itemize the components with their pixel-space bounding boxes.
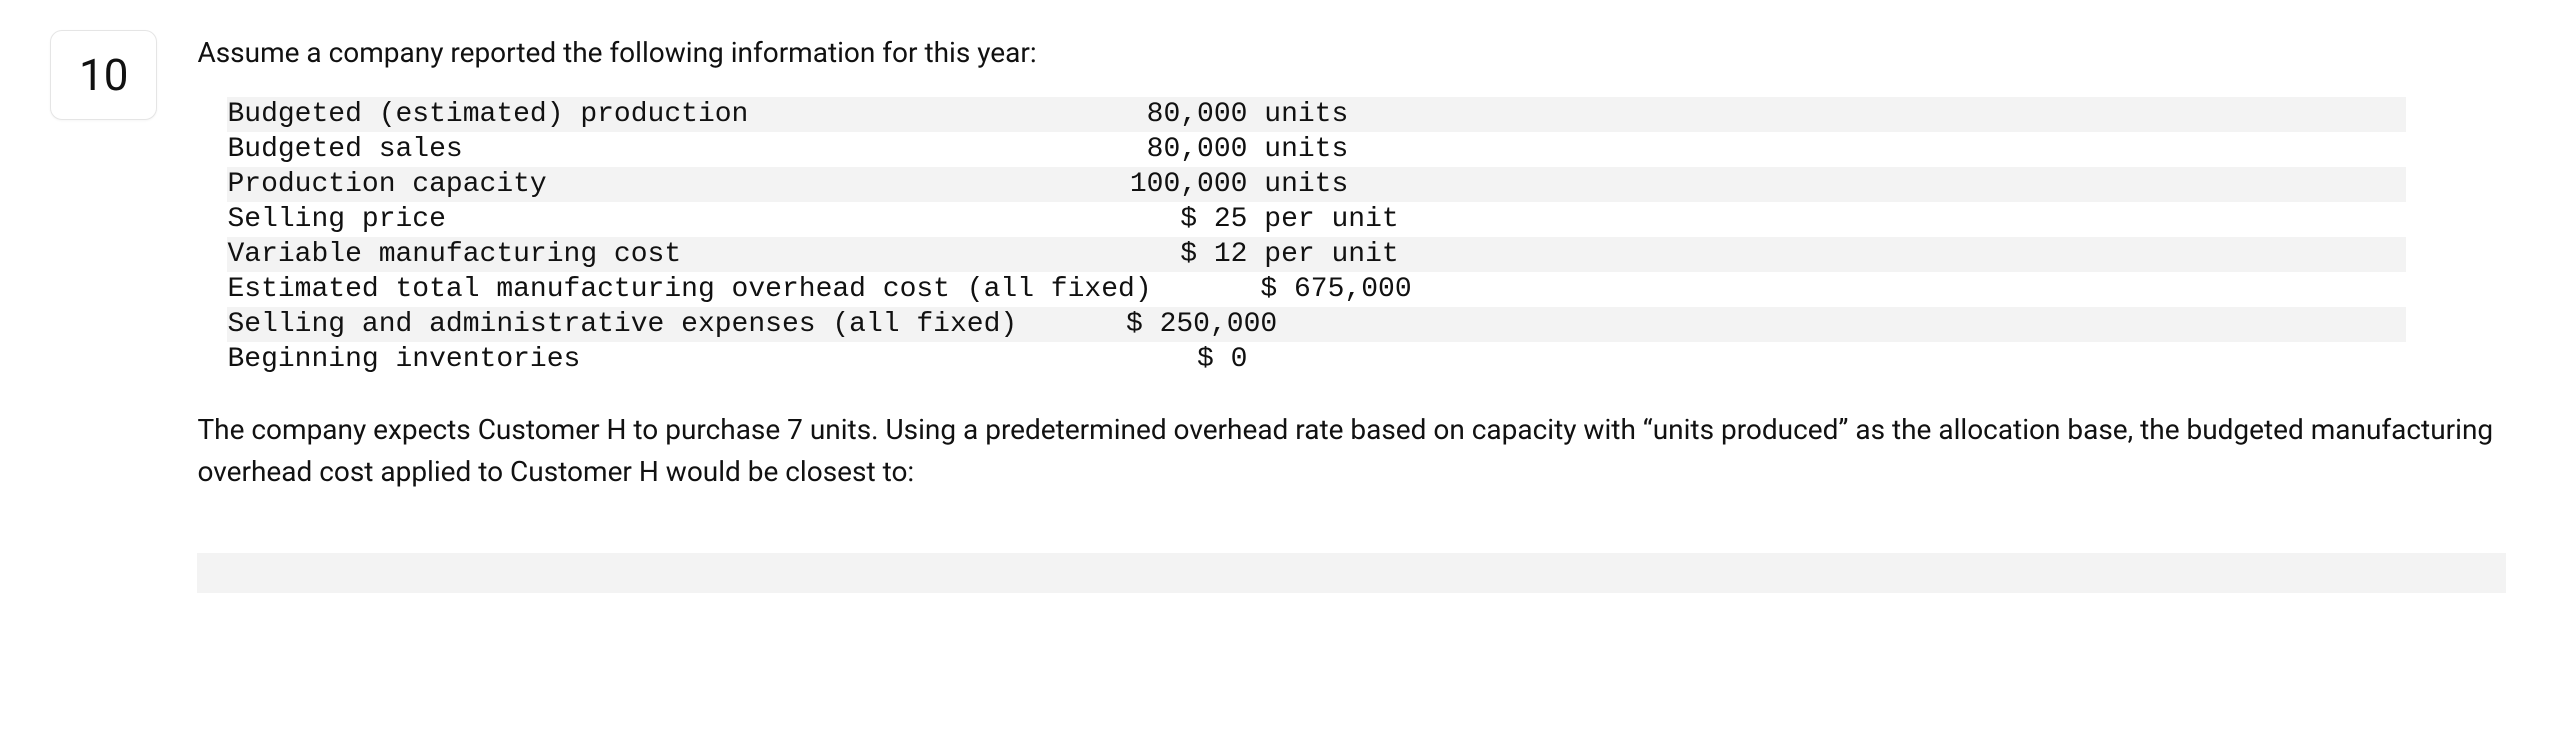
row-label: Selling and administrative expenses (all…	[227, 309, 1017, 340]
row-value: 100,000	[987, 169, 1247, 200]
row-unit: per unit	[1247, 204, 1407, 235]
row-label: Budgeted (estimated) production	[227, 99, 987, 130]
question-container: 10 Assume a company reported the followi…	[50, 30, 2506, 593]
row-value: 80,000	[987, 99, 1247, 130]
row-label: Beginning inventories	[227, 344, 987, 375]
row-label: Selling price	[227, 204, 987, 235]
data-table: Budgeted (estimated) production 80,000 u…	[227, 97, 2406, 377]
table-row: Budgeted (estimated) production 80,000 u…	[227, 97, 2406, 132]
row-value: 80,000	[987, 134, 1247, 165]
row-unit	[1277, 309, 1437, 340]
row-label: Estimated total manufacturing overhead c…	[227, 274, 1151, 305]
row-label: Production capacity	[227, 169, 987, 200]
table-row: Selling and administrative expenses (all…	[227, 307, 2406, 342]
table-row: Beginning inventories $ 0	[227, 342, 2406, 377]
row-unit: per unit	[1247, 239, 1407, 270]
row-value: $ 0	[987, 344, 1247, 375]
row-unit	[1412, 274, 1572, 305]
question-number-badge: 10	[50, 30, 157, 120]
row-label: Budgeted sales	[227, 134, 987, 165]
row-label: Variable manufacturing cost	[227, 239, 987, 270]
table-row: Selling price $ 25 per unit	[227, 202, 2406, 237]
row-unit: units	[1247, 99, 1407, 130]
row-value: $ 25	[987, 204, 1247, 235]
table-row: Production capacity 100,000 units	[227, 167, 2406, 202]
row-value: $ 675,000	[1152, 274, 1412, 305]
table-row: Variable manufacturing cost $ 12 per uni…	[227, 237, 2406, 272]
table-row: Budgeted sales 80,000 units	[227, 132, 2406, 167]
table-row: Estimated total manufacturing overhead c…	[227, 272, 2406, 307]
question-prompt: The company expects Customer H to purcha…	[197, 409, 2506, 493]
row-value: $ 12	[987, 239, 1247, 270]
row-unit: units	[1247, 134, 1407, 165]
answer-area[interactable]	[197, 553, 2506, 593]
question-content: Assume a company reported the following …	[197, 30, 2506, 593]
row-unit	[1247, 344, 1407, 375]
question-intro: Assume a company reported the following …	[197, 36, 2506, 69]
row-value: $ 250,000	[1017, 309, 1277, 340]
row-unit: units	[1247, 169, 1407, 200]
